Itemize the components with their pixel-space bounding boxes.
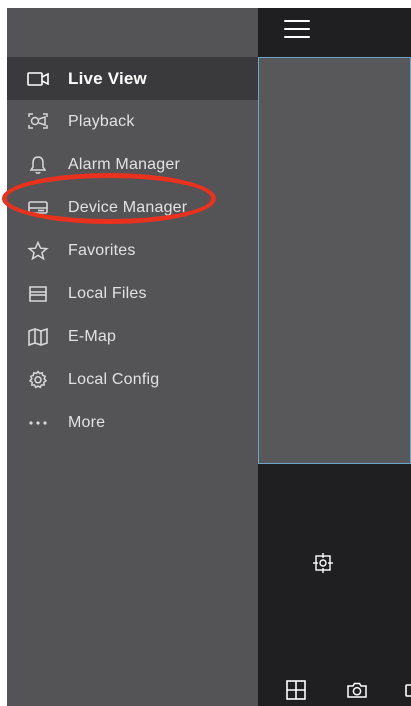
folder-icon xyxy=(26,283,50,305)
sidebar-menu: Live View Playback Alarm Manager Device … xyxy=(7,57,258,444)
sidebar-item-label: Device Manager xyxy=(68,198,188,216)
sidebar-item-label: Alarm Manager xyxy=(68,155,180,173)
playback-icon xyxy=(26,111,50,133)
sidebar-item-favorites[interactable]: Favorites xyxy=(7,229,258,272)
sidebar-item-label: Local Config xyxy=(68,370,160,388)
gear-icon xyxy=(26,369,50,391)
sidebar: Live View Playback Alarm Manager Device … xyxy=(7,8,258,706)
app-window: Live View Playback Alarm Manager Device … xyxy=(7,8,411,706)
sidebar-item-local-files[interactable]: Local Files xyxy=(7,272,258,315)
grid-layout-icon[interactable] xyxy=(285,680,307,700)
bottom-toolbar xyxy=(258,674,411,706)
sidebar-item-device-manager[interactable]: Device Manager xyxy=(7,186,258,229)
video-camera-icon xyxy=(26,68,50,90)
sidebar-item-label: Playback xyxy=(68,112,135,130)
star-icon xyxy=(26,240,50,262)
sidebar-item-label: Local Files xyxy=(68,284,147,302)
sidebar-item-local-config[interactable]: Local Config xyxy=(7,358,258,401)
live-video-pane[interactable] xyxy=(258,57,411,464)
record-icon[interactable] xyxy=(404,680,411,700)
sidebar-item-e-map[interactable]: E-Map xyxy=(7,315,258,358)
ptz-target-icon[interactable] xyxy=(313,553,333,573)
sidebar-item-label: E-Map xyxy=(68,327,117,345)
camera-snapshot-icon[interactable] xyxy=(346,680,368,700)
bell-icon xyxy=(26,154,50,176)
hamburger-menu-icon[interactable] xyxy=(284,20,310,40)
top-bar xyxy=(258,8,411,57)
sidebar-item-more[interactable]: More xyxy=(7,401,258,444)
sidebar-item-label: More xyxy=(68,413,106,431)
device-icon xyxy=(26,197,50,219)
sidebar-item-playback[interactable]: Playback xyxy=(7,100,258,143)
map-icon xyxy=(26,326,50,348)
sidebar-item-live-view[interactable]: Live View xyxy=(7,57,258,100)
more-dots-icon xyxy=(26,412,50,434)
sidebar-item-alarm-manager[interactable]: Alarm Manager xyxy=(7,143,258,186)
sidebar-item-label: Favorites xyxy=(68,241,136,259)
sidebar-item-label: Live View xyxy=(68,68,147,88)
